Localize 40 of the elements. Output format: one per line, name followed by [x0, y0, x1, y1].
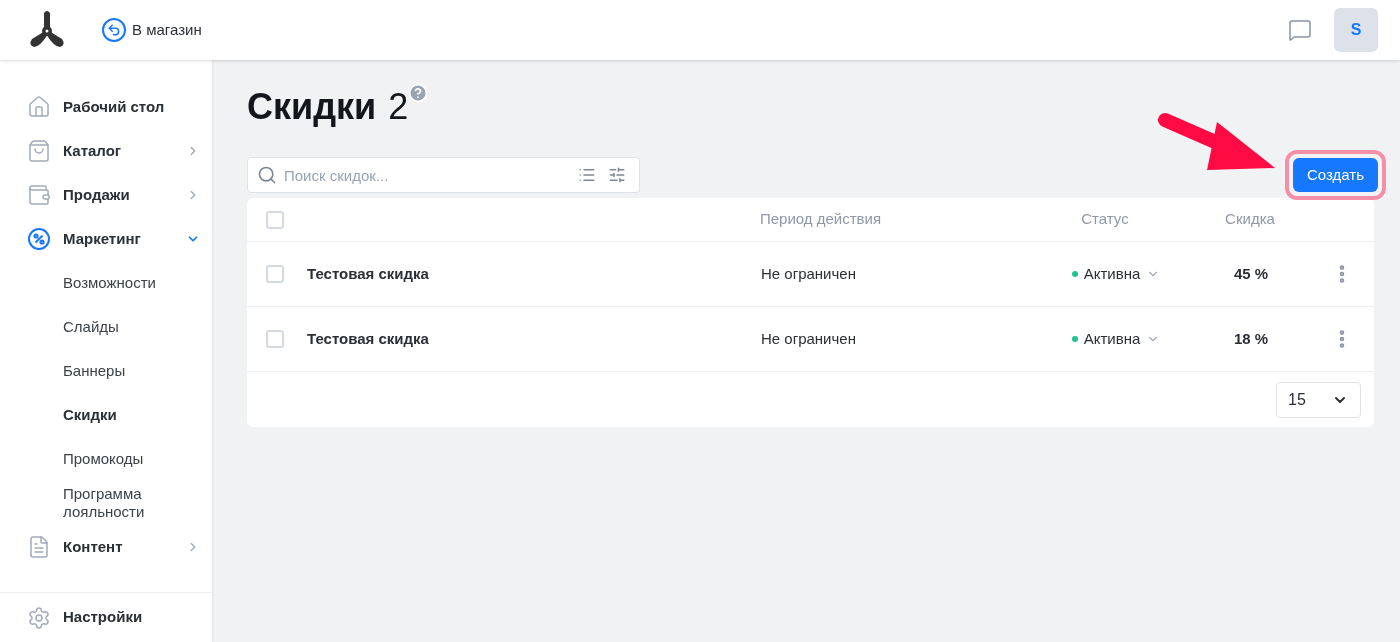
- column-header: Скидка: [1224, 209, 1276, 230]
- discount-name[interactable]: Тестовая скидка: [307, 327, 761, 351]
- checkbox[interactable]: [266, 265, 284, 283]
- back-to-store-link[interactable]: В магазин: [102, 18, 202, 42]
- table-cell-text: Не ограничен: [761, 328, 857, 349]
- status-dropdown[interactable]: Активна: [1051, 262, 1161, 286]
- create-button[interactable]: Создать: [1293, 158, 1378, 192]
- table-cell-text: 45 %: [1232, 263, 1270, 284]
- filter-icon[interactable]: [608, 166, 626, 184]
- sidebar-subitem[interactable]: Баннеры: [0, 349, 212, 393]
- chat-icon[interactable]: [1288, 18, 1312, 42]
- discount-name[interactable]: Тестовая скидка: [307, 262, 761, 286]
- table-row[interactable]: Тестовая скидка Не ограничен Активна 18 %: [247, 307, 1374, 372]
- table-row[interactable]: Тестовая скидка Не ограничен Активна 45 %: [247, 242, 1374, 307]
- checkbox[interactable]: [266, 330, 284, 348]
- column-header: Период действия: [760, 209, 883, 230]
- sidebar-subitem[interactable]: Возможности: [0, 261, 212, 305]
- sidebar-item[interactable]: Продажи: [0, 173, 212, 217]
- list-icon[interactable]: [578, 166, 596, 184]
- settings-icon: [27, 605, 51, 630]
- table-cell-text: 18 %: [1232, 328, 1270, 349]
- checkbox[interactable]: [266, 210, 284, 229]
- page-size-select[interactable]: 15: [1276, 381, 1361, 418]
- search-icon: [257, 165, 277, 185]
- column-header: Статус: [1080, 209, 1130, 230]
- table-cell-text: Не ограничен: [761, 263, 857, 284]
- sidebar-subitem[interactable]: Программа лояльности: [0, 481, 212, 525]
- item-count: 2: [388, 85, 409, 129]
- sidebar-subitem[interactable]: Слайды: [0, 305, 212, 349]
- sidebar-item[interactable]: Рабочий стол: [0, 85, 212, 129]
- sidebar-item[interactable]: Контент: [0, 525, 212, 569]
- status-dropdown[interactable]: Активна: [1051, 327, 1161, 351]
- page-title: Скидки: [247, 85, 377, 129]
- sidebar-item[interactable]: Каталог: [0, 129, 212, 173]
- help-icon[interactable]: [408, 83, 429, 103]
- sidebar-item[interactable]: Маркетинг: [0, 217, 212, 261]
- sidebar-item[interactable]: Настройки: [0, 592, 212, 642]
- search-field[interactable]: Поиск скидок...: [247, 157, 640, 193]
- sidebar-subitem[interactable]: Скидки: [0, 393, 212, 437]
- sidebar-subitem[interactable]: Промокоды: [0, 437, 212, 481]
